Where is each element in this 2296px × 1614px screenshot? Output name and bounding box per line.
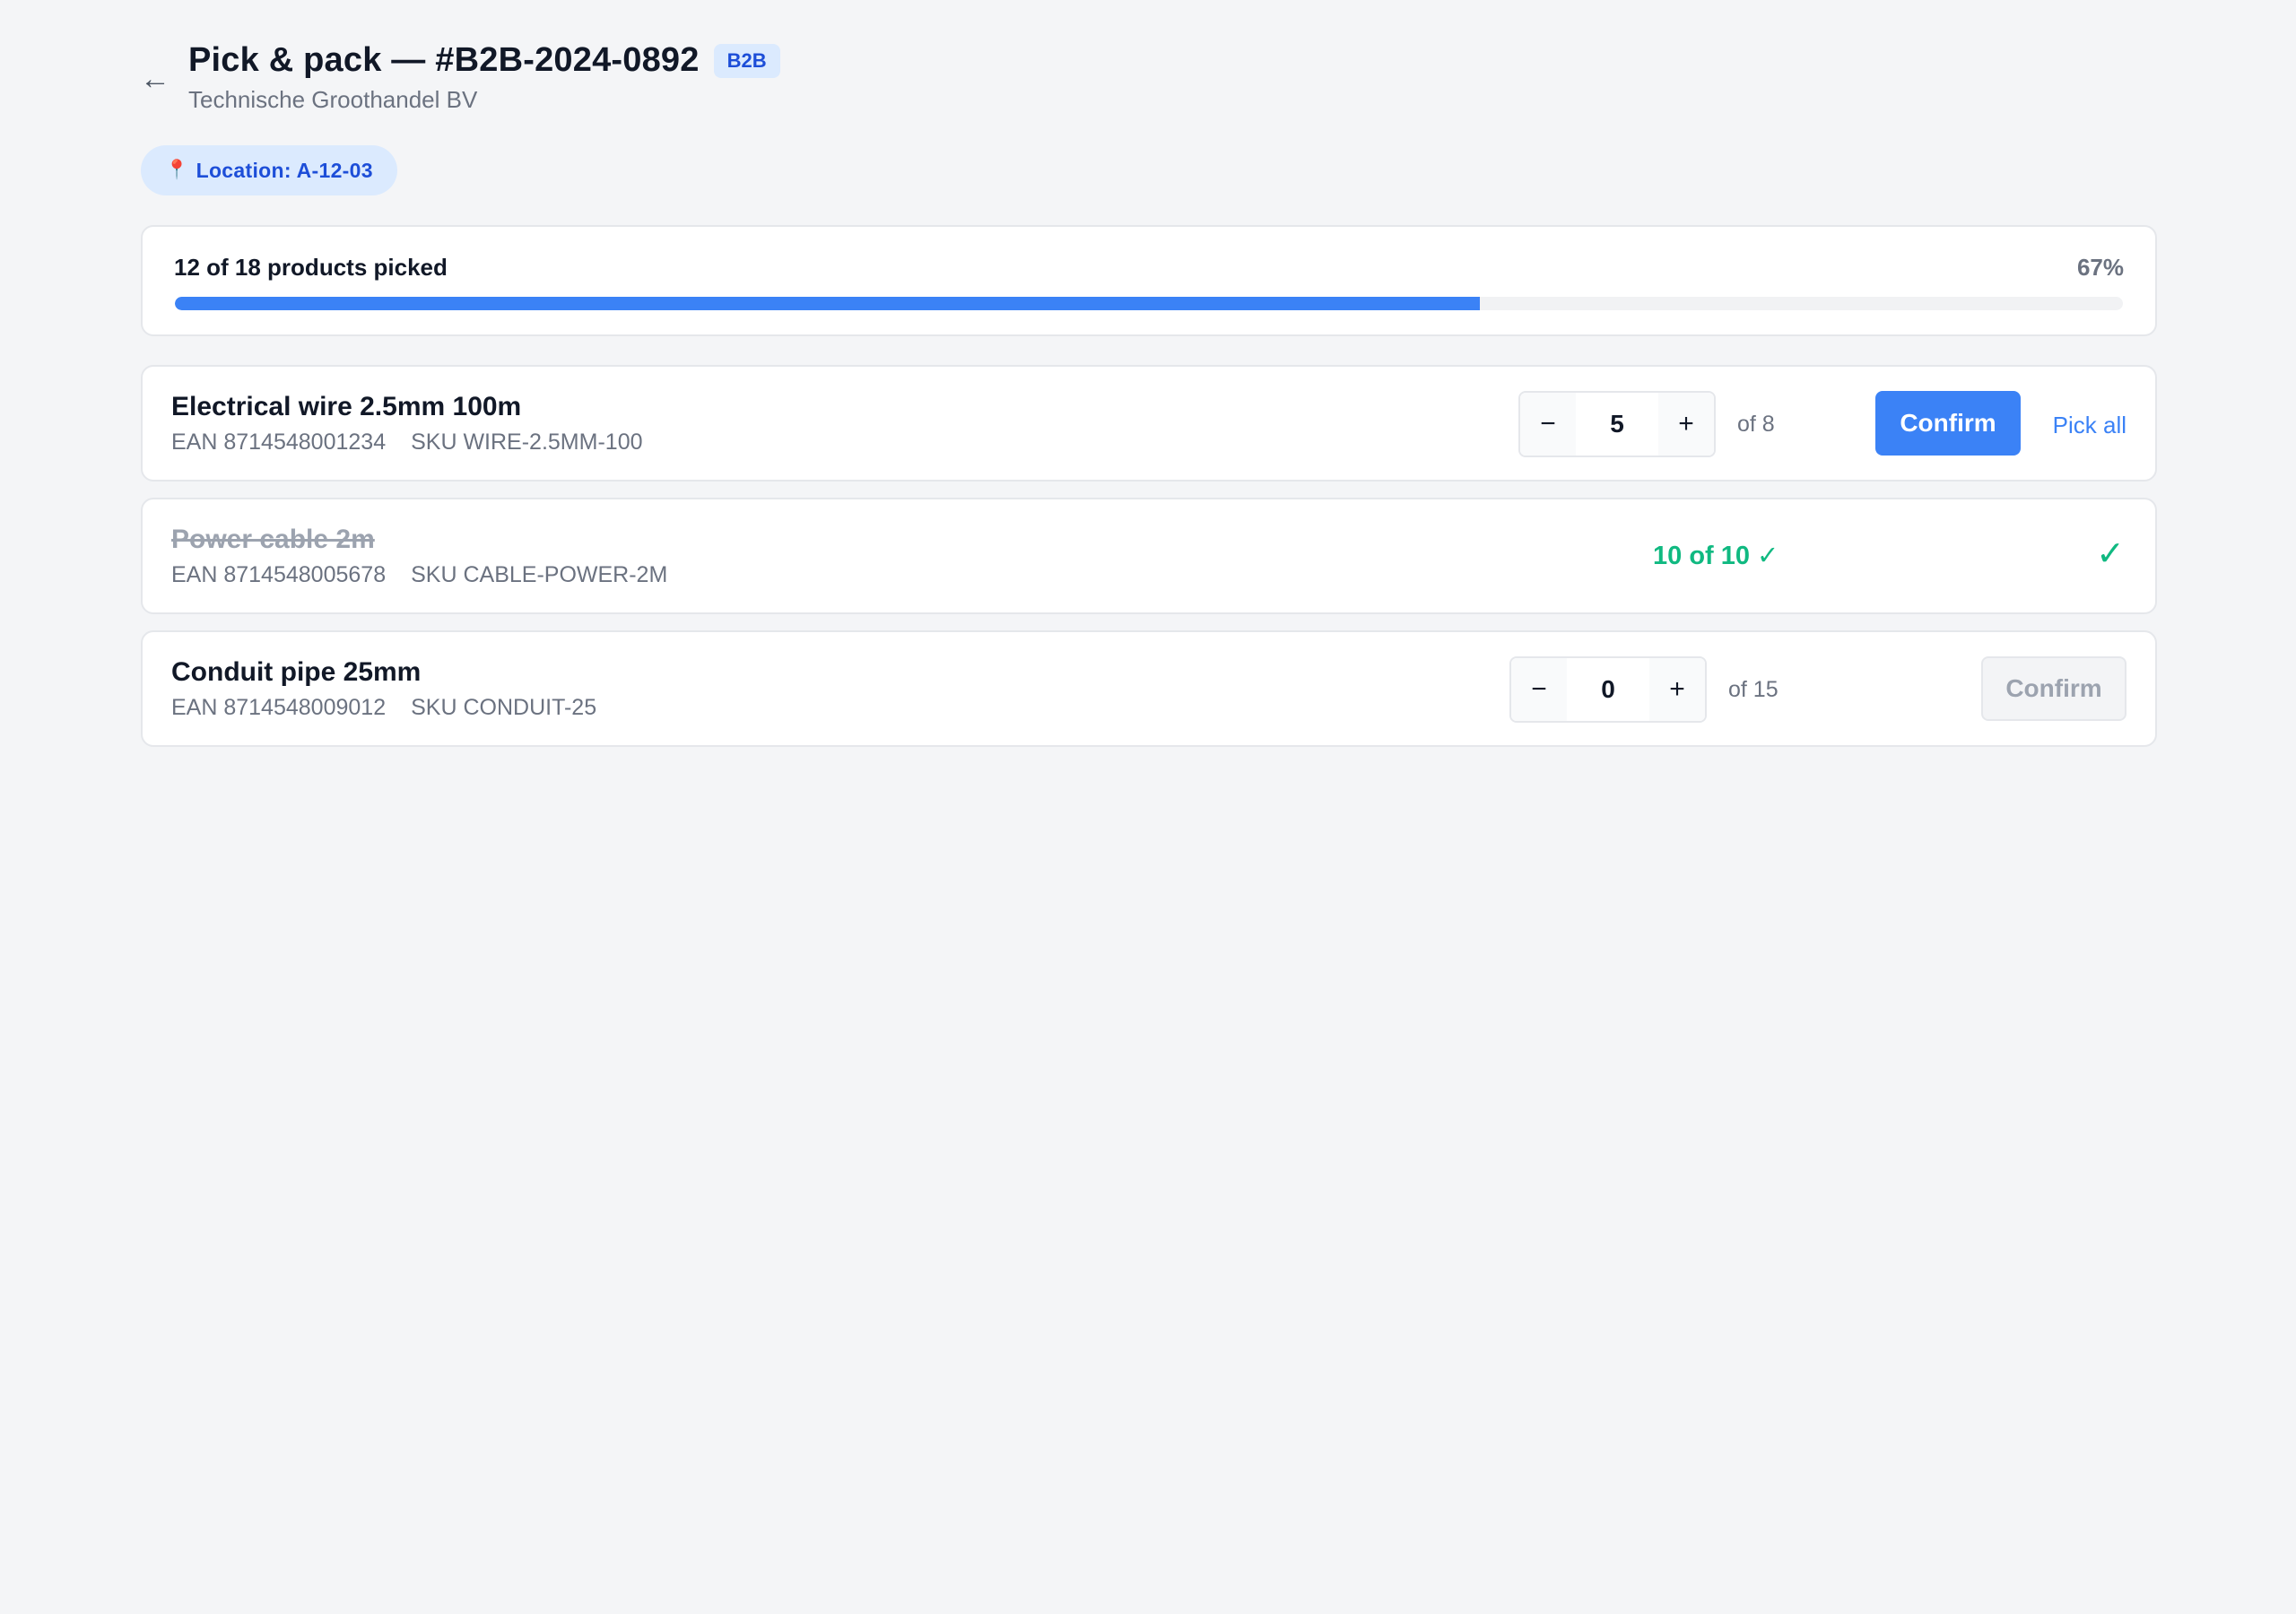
progress-label: 12 of 18 products picked [174, 254, 448, 281]
location-label: Location: A-12-03 [196, 158, 373, 182]
quantity-stepper: − 5 + [1518, 391, 1716, 457]
location-pill: 📍 Location: A-12-03 [141, 145, 397, 195]
pick-item-row-completed: Power cable 2m EAN 8714548005678 SKU CABL… [141, 498, 2157, 614]
item-sku: SKU CABLE-POWER-2M [411, 562, 668, 587]
item-ean: EAN 8714548001234 [171, 430, 387, 455]
progress-bar-fill [175, 297, 1481, 310]
item-codes: EAN 8714548001234 SKU WIRE-2.5MM-100 [171, 430, 643, 456]
increment-button[interactable]: + [1649, 658, 1705, 721]
quantity-stepper: − 0 + [1509, 656, 1707, 723]
progress-bar-track [175, 297, 2123, 310]
progress-percent: 67% [2076, 254, 2124, 281]
picked-complete-label: 10 of 10 ✓ [1653, 542, 1779, 570]
title-row: Pick & pack — #B2B-2024-0892 B2B [188, 41, 780, 80]
pick-item-row: Electrical wire 2.5mm 100m EAN 871454800… [141, 365, 2157, 482]
back-arrow-icon[interactable]: ← [137, 61, 173, 97]
item-name: Electrical wire 2.5mm 100m [171, 392, 522, 421]
item-sku: SKU CONDUIT-25 [411, 695, 597, 720]
quantity-input[interactable]: 0 [1567, 658, 1649, 721]
required-quantity: of 15 [1728, 677, 1779, 702]
pick-all-link[interactable]: Pick all [2053, 412, 2126, 439]
page-header: ← Pick & pack — #B2B-2024-0892 B2B Techn… [140, 41, 1217, 122]
map-pin-icon: 📍 [165, 160, 189, 180]
decrement-button[interactable]: − [1511, 658, 1567, 721]
item-ean: EAN 8714548005678 [171, 562, 387, 587]
item-sku: SKU WIRE-2.5MM-100 [411, 430, 643, 455]
progress-card: 12 of 18 products picked 67% [141, 225, 2157, 336]
order-type-badge: B2B [713, 43, 780, 78]
required-quantity: of 8 [1737, 412, 1775, 437]
item-ean: EAN 8714548009012 [171, 695, 387, 720]
item-name: Power cable 2m [171, 525, 375, 554]
quantity-input[interactable]: 5 [1576, 393, 1658, 456]
pick-item-row: Conduit pipe 25mm EAN 8714548009012 SKU C… [141, 630, 2157, 747]
customer-name: Technische Groothandel BV [188, 86, 478, 113]
decrement-button[interactable]: − [1520, 393, 1576, 456]
page-title: Pick & pack — #B2B-2024-0892 [188, 41, 700, 79]
increment-button[interactable]: + [1658, 393, 1714, 456]
checkmark-icon: ✓ [2096, 535, 2125, 573]
item-name: Conduit pipe 25mm [171, 657, 422, 687]
confirm-button-disabled[interactable]: Confirm [1981, 656, 2126, 721]
item-codes: EAN 8714548009012 SKU CONDUIT-25 [171, 695, 596, 721]
item-codes: EAN 8714548005678 SKU CABLE-POWER-2M [171, 562, 667, 588]
confirm-button[interactable]: Confirm [1875, 391, 2021, 456]
